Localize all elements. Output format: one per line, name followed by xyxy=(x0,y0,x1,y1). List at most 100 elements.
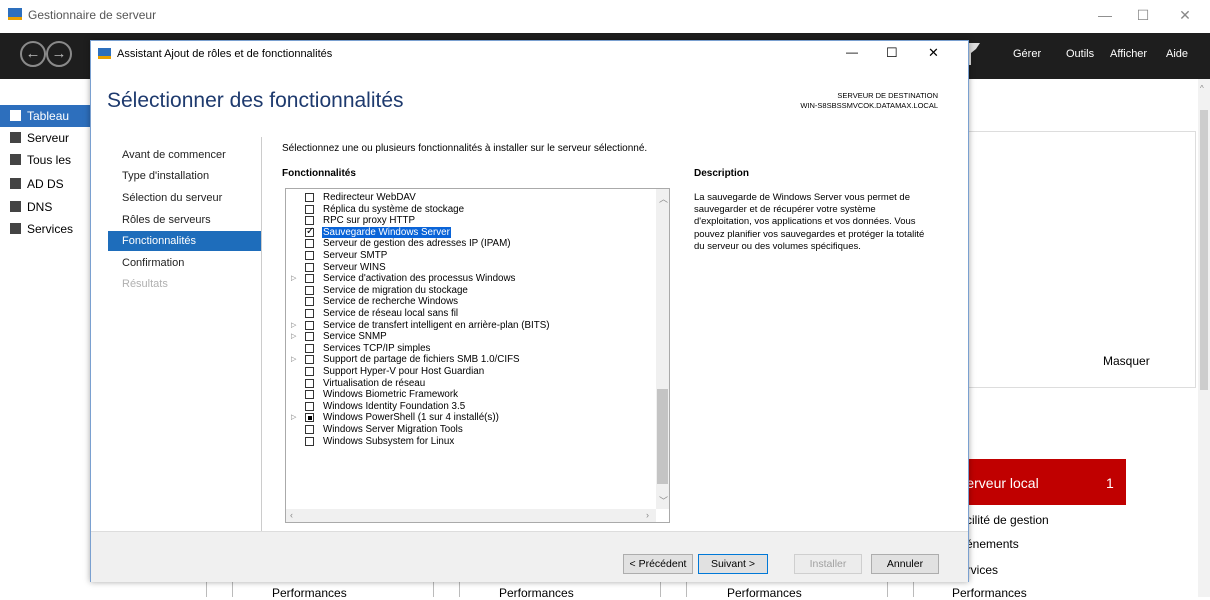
feature-row[interactable]: Serveur de gestion des adresses IP (IPAM… xyxy=(286,238,656,250)
ad-ds-icon xyxy=(10,178,21,189)
feature-checkbox[interactable] xyxy=(305,413,314,423)
feature-checkbox[interactable] xyxy=(305,332,314,342)
feature-checkbox[interactable] xyxy=(305,401,314,411)
feature-checkbox[interactable] xyxy=(305,262,314,272)
hide-link[interactable]: Masquer xyxy=(1103,354,1150,368)
tile-performance[interactable]: Performances xyxy=(499,586,574,600)
sidebar-item-file-services[interactable]: Services xyxy=(0,218,90,240)
step-server-roles[interactable]: Rôles de serveurs xyxy=(122,214,211,226)
feature-row[interactable]: Serveur WINS xyxy=(286,262,656,274)
feature-label: Service de transfert intelligent en arri… xyxy=(323,319,550,331)
close-icon[interactable]: ✕ xyxy=(1170,4,1200,26)
next-button[interactable]: Suivant > xyxy=(698,554,768,574)
feature-row[interactable]: Services TCP/IP simples xyxy=(286,343,656,355)
minimize-icon[interactable]: — xyxy=(1090,4,1120,26)
feature-row[interactable]: Windows Biometric Framework xyxy=(286,389,656,401)
feature-row[interactable]: Réplica du système de stockage xyxy=(286,204,656,216)
expand-arrow-icon[interactable]: ▷ xyxy=(291,412,296,424)
feature-row[interactable]: Service de migration du stockage xyxy=(286,285,656,297)
local-server-tile[interactable]: Serveur local 1 xyxy=(952,459,1126,505)
close-icon[interactable]: ✕ xyxy=(928,45,939,61)
scroll-down-icon[interactable]: ﹀ xyxy=(659,494,668,507)
menu-help[interactable]: Aide xyxy=(1166,48,1188,60)
feature-row[interactable]: Windows Subsystem for Linux xyxy=(286,436,656,448)
feature-row[interactable]: ▷ Support de partage de fichiers SMB 1.0/… xyxy=(286,354,656,366)
scroll-up-icon[interactable]: ^ xyxy=(1200,84,1204,93)
feature-checkbox[interactable] xyxy=(305,216,314,226)
feature-checkbox[interactable] xyxy=(305,297,314,307)
feature-row[interactable]: Sauvegarde Windows Server xyxy=(286,226,656,239)
server-manager-app-icon xyxy=(8,8,22,20)
scroll-right-icon[interactable]: › xyxy=(646,510,649,520)
features-tree[interactable]: Redirecteur WebDAV Réplica du système de … xyxy=(285,188,670,523)
step-features[interactable]: Fonctionnalités xyxy=(108,231,262,251)
tile-performance[interactable]: Performances xyxy=(952,586,1027,600)
sidebar-item-label: Tableau xyxy=(27,109,70,123)
feature-row[interactable]: Virtualisation de réseau xyxy=(286,378,656,390)
features-scrollbar-thumb[interactable] xyxy=(657,389,668,484)
feature-checkbox[interactable] xyxy=(305,251,314,260)
feature-checkbox[interactable] xyxy=(305,343,314,353)
divider xyxy=(206,582,207,597)
menu-manage[interactable]: Gérer xyxy=(1013,48,1041,60)
menu-view[interactable]: Afficher xyxy=(1110,48,1147,60)
step-confirmation[interactable]: Confirmation xyxy=(122,257,184,269)
feature-checkbox[interactable] xyxy=(305,320,314,330)
feature-row[interactable]: ▷ Windows PowerShell (1 sur 4 installé(s)… xyxy=(286,412,656,424)
features-horizontal-scrollbar[interactable]: ‹ › xyxy=(286,509,656,522)
feature-row[interactable]: RPC sur proxy HTTP xyxy=(286,215,656,227)
dashboard-scrollbar-thumb[interactable] xyxy=(1200,110,1208,390)
feature-checkbox[interactable] xyxy=(305,355,314,365)
destination-server-name: WIN-S8SBSSMVCOK.DATAMAX.LOCAL xyxy=(800,101,938,110)
feature-row[interactable]: Support Hyper-V pour Host Guardian xyxy=(286,366,656,378)
flag-icon[interactable] xyxy=(968,43,980,65)
feature-checkbox[interactable] xyxy=(305,204,314,214)
feature-checkbox[interactable] xyxy=(305,390,314,400)
sidebar-item-all-servers[interactable]: Tous les xyxy=(0,149,90,171)
step-before-you-begin[interactable]: Avant de commencer xyxy=(122,149,226,161)
expand-arrow-icon[interactable]: ▷ xyxy=(291,273,296,285)
expand-arrow-icon[interactable]: ▷ xyxy=(291,354,296,366)
feature-checkbox[interactable] xyxy=(305,425,314,434)
feature-row[interactable]: Service de réseau local sans fil xyxy=(286,308,656,320)
minimize-icon[interactable]: — xyxy=(846,45,858,59)
feature-row[interactable]: Serveur SMTP xyxy=(286,250,656,262)
step-installation-type[interactable]: Type d'installation xyxy=(122,170,209,182)
sidebar-item-ad-ds[interactable]: AD DS xyxy=(0,173,90,195)
divider xyxy=(660,582,661,597)
feature-checkbox[interactable] xyxy=(305,226,314,237)
forward-arrow-icon[interactable]: → xyxy=(46,41,72,67)
cancel-button[interactable]: Annuler xyxy=(871,554,939,574)
maximize-icon[interactable]: ☐ xyxy=(886,45,898,61)
back-arrow-icon[interactable]: ← xyxy=(20,41,46,67)
feature-checkbox[interactable] xyxy=(305,274,314,284)
feature-checkbox[interactable] xyxy=(305,309,314,318)
scroll-up-icon[interactable]: ︿ xyxy=(659,192,668,205)
tile-performance[interactable]: Performances xyxy=(727,586,802,600)
sidebar-item-dashboard[interactable]: Tableau xyxy=(0,105,90,127)
expand-arrow-icon[interactable]: ▷ xyxy=(291,320,296,332)
feature-checkbox[interactable] xyxy=(305,436,314,446)
feature-row[interactable]: ▷ Service SNMP xyxy=(286,331,656,343)
scroll-left-icon[interactable]: ‹ xyxy=(290,510,293,520)
feature-checkbox[interactable] xyxy=(305,239,314,249)
feature-checkbox[interactable] xyxy=(305,285,314,295)
maximize-icon[interactable]: ☐ xyxy=(1128,4,1158,26)
feature-row[interactable]: ▷ Service de transfert intelligent en arr… xyxy=(286,320,656,332)
feature-checkbox[interactable] xyxy=(305,367,314,376)
previous-button[interactable]: < Précédent xyxy=(623,554,693,574)
tile-performance[interactable]: Performances xyxy=(272,586,347,600)
step-server-selection[interactable]: Sélection du serveur xyxy=(122,192,222,204)
feature-row[interactable]: ▷ Service d'activation des processus Wind… xyxy=(286,273,656,285)
feature-row[interactable]: Service de recherche Windows xyxy=(286,296,656,308)
sidebar-item-dns[interactable]: DNS xyxy=(0,196,90,218)
menu-tools[interactable]: Outils xyxy=(1066,48,1094,60)
feature-row[interactable]: Redirecteur WebDAV xyxy=(286,192,656,204)
feature-checkbox[interactable] xyxy=(305,193,314,202)
expand-arrow-icon[interactable]: ▷ xyxy=(291,331,296,343)
sidebar-item-local-server[interactable]: Serveur xyxy=(0,127,90,149)
feature-checkbox[interactable] xyxy=(305,378,314,388)
feature-row[interactable]: Windows Server Migration Tools xyxy=(286,424,656,436)
feature-row[interactable]: Windows Identity Foundation 3.5 xyxy=(286,401,656,413)
feature-label: Réplica du système de stockage xyxy=(323,203,465,215)
